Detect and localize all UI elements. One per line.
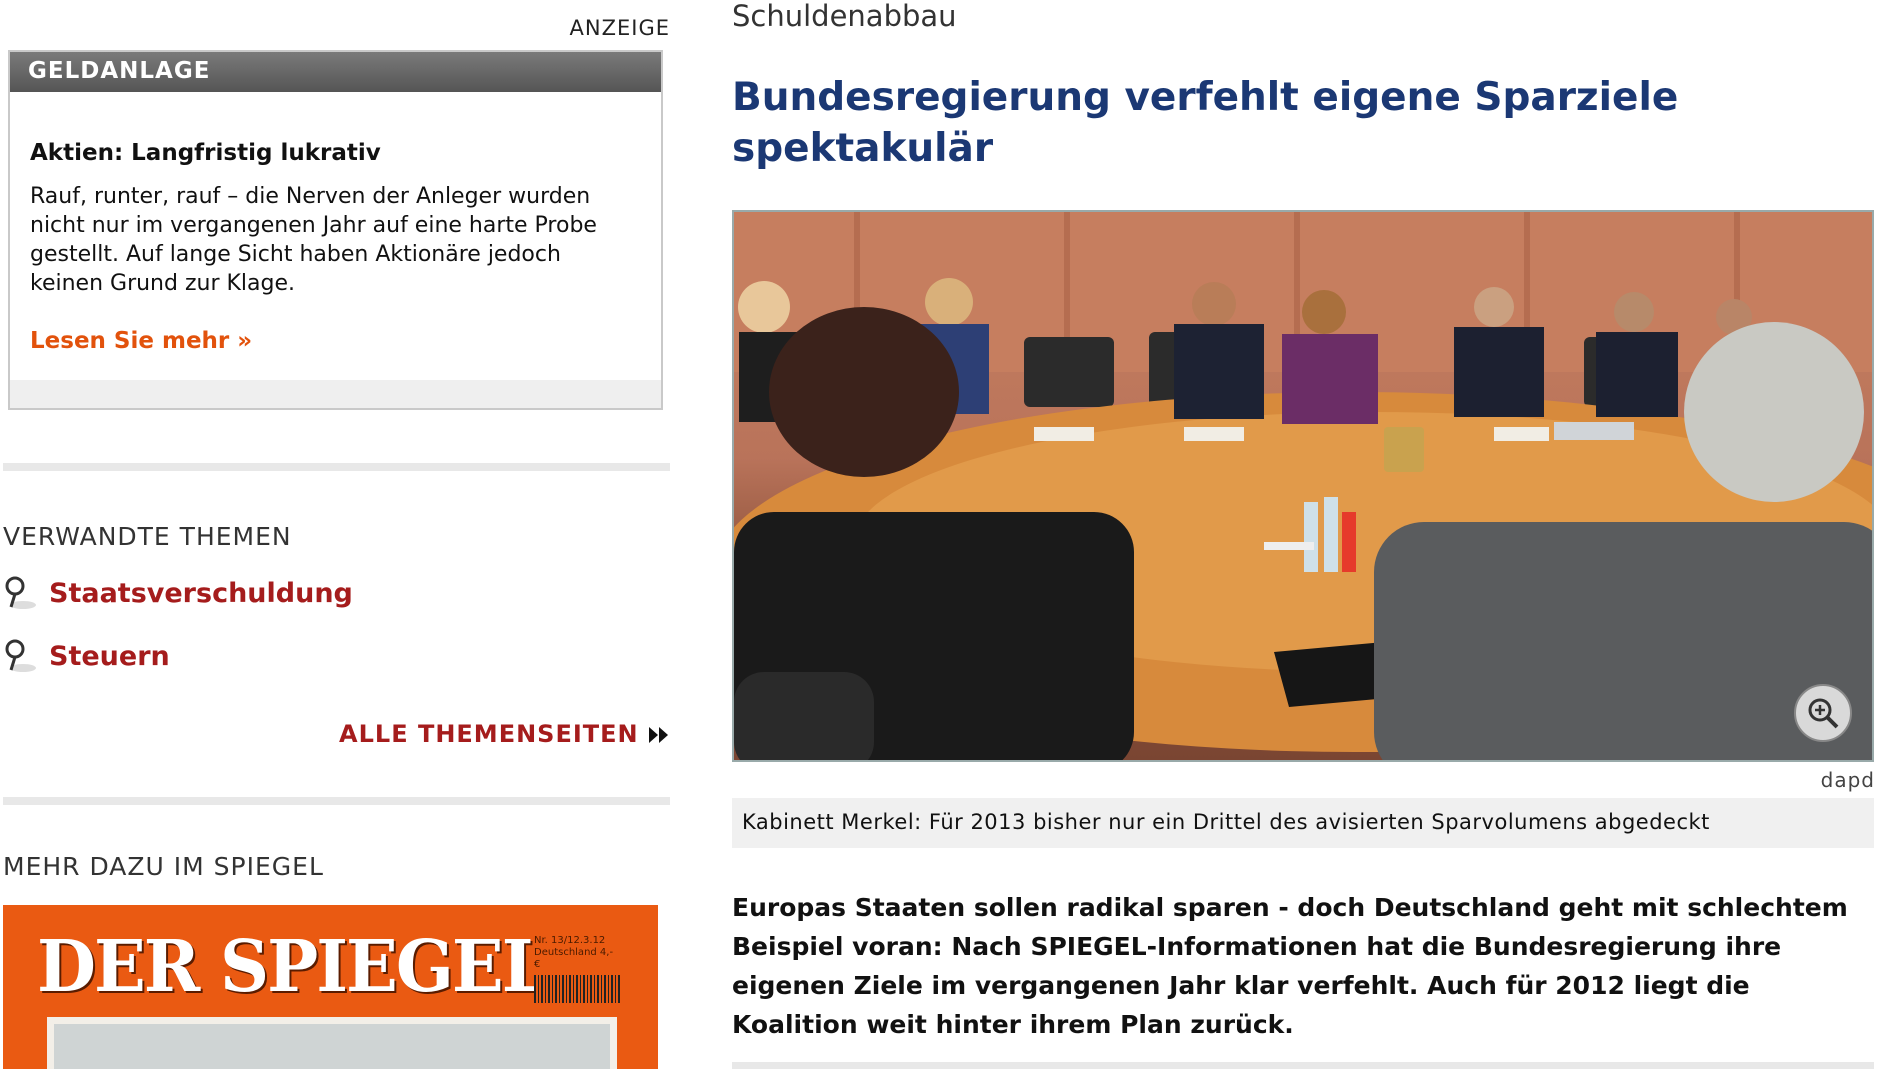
ad-label: ANZEIGE xyxy=(569,16,670,40)
section-divider xyxy=(3,463,670,471)
ad-box[interactable]: GELDANLAGE Aktien: Langfristig lukrativ … xyxy=(8,50,663,410)
all-topics-label[interactable]: ALLE THEMENSEITEN xyxy=(339,720,639,748)
ad-footer-bar xyxy=(10,380,661,408)
topic-label[interactable]: Staatsverschuldung xyxy=(49,578,353,609)
cover-image-frame xyxy=(47,1017,617,1069)
double-chevron-right-icon xyxy=(648,720,670,748)
photo-credit: dapd xyxy=(1820,768,1875,792)
related-topics-heading: VERWANDTE THEMEN xyxy=(3,522,292,551)
spiegel-logo: DER SPIEGEL xyxy=(37,925,550,1009)
all-topics-link[interactable]: ALLE THEMENSEITEN xyxy=(339,720,670,748)
ad-read-more-link[interactable]: Lesen Sie mehr » xyxy=(30,328,252,354)
ad-title[interactable]: Aktien: Langfristig lukrativ xyxy=(30,140,381,166)
pin-icon xyxy=(3,638,39,674)
article-photo[interactable] xyxy=(732,210,1874,762)
barcode-icon xyxy=(534,975,622,1003)
cover-issue-info: Nr. 13/12.3.12 Deutschland 4,- € xyxy=(534,935,622,1003)
photo-caption-bar: Kabinett Merkel: Für 2013 bisher nur ein… xyxy=(732,798,1874,848)
ad-category-header: GELDANLAGE xyxy=(10,52,661,92)
ad-text: Rauf, runter, rauf – die Nerven der Anle… xyxy=(30,184,597,296)
section-divider xyxy=(732,1062,1874,1069)
spiegel-cover[interactable]: DER SPIEGEL Nr. 13/12.3.12 Deutschland 4… xyxy=(3,905,658,1069)
topic-link-steuern[interactable]: Steuern xyxy=(3,638,170,674)
article-lead: Europas Staaten sollen radikal sparen - … xyxy=(732,893,1848,1039)
photo-caption: Kabinett Merkel: Für 2013 bisher nur ein… xyxy=(742,810,1710,834)
magnifier-plus-icon xyxy=(1808,698,1839,729)
topic-label[interactable]: Steuern xyxy=(49,641,170,672)
article-kicker: Schuldenabbau xyxy=(732,0,957,33)
zoom-button[interactable] xyxy=(1794,684,1852,742)
section-divider xyxy=(3,797,670,805)
pin-icon xyxy=(3,575,39,611)
cabinet-meeting-photo xyxy=(734,212,1872,760)
spiegel-heading: MEHR DAZU IM SPIEGEL xyxy=(3,852,324,881)
article-column: Schuldenabbau Bundesregierung verfehlt e… xyxy=(732,0,1877,1069)
topic-link-staatsverschuldung[interactable]: Staatsverschuldung xyxy=(3,575,353,611)
left-column: ANZEIGE GELDANLAGE Aktien: Langfristig l… xyxy=(0,0,670,1069)
article-headline[interactable]: Bundesregierung verfehlt eigene Sparziel… xyxy=(732,72,1862,174)
cover-meta-text: Nr. 13/12.3.12 Deutschland 4,- € xyxy=(534,935,614,970)
